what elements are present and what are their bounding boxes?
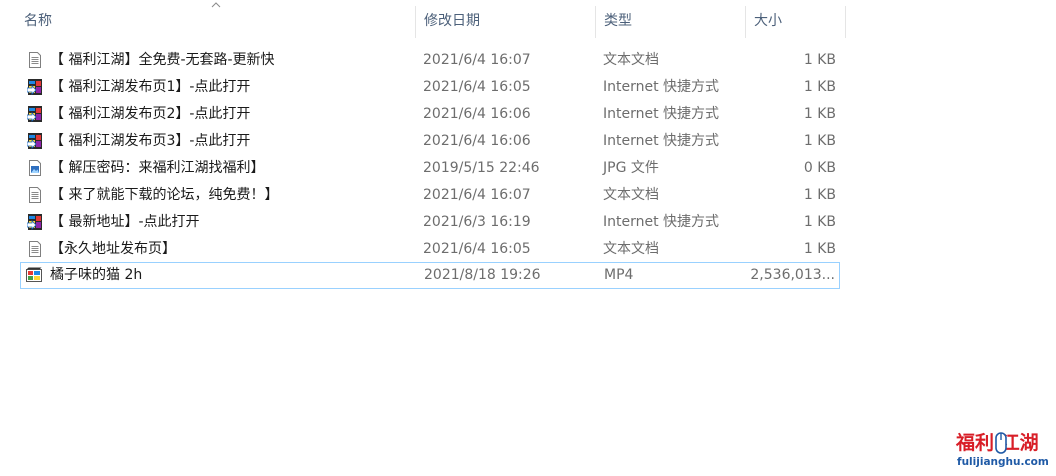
- column-header-date[interactable]: 修改日期: [416, 0, 596, 38]
- mouse-icon: [995, 432, 1007, 454]
- internet-shortcut-icon: [27, 106, 42, 122]
- file-size: 1 KB: [803, 241, 836, 257]
- file-date: 2021/6/4 16:05: [423, 79, 531, 95]
- column-divider[interactable]: [845, 6, 846, 38]
- file-size: 1 KB: [803, 133, 836, 149]
- file-type: MP4: [604, 267, 634, 283]
- column-header-type[interactable]: 类型: [596, 0, 746, 38]
- file-size: 1 KB: [803, 79, 836, 95]
- file-name: 【永久地址发布页】: [50, 241, 176, 257]
- file-row[interactable]: 【永久地址发布页】 2021/6/4 16:05 文本文档 1 KB: [20, 236, 840, 263]
- text-file-icon: [29, 52, 41, 68]
- file-type: Internet 快捷方式: [603, 133, 720, 149]
- file-name: 【 福利江湖发布页1】-点此打开: [50, 79, 251, 95]
- file-row[interactable]: 【 最新地址】-点此打开 2021/6/3 16:19 Internet 快捷方…: [20, 209, 840, 236]
- column-header-name-label: 名称: [24, 13, 52, 29]
- file-row-selected[interactable]: 橘子味的猫 2h 2021/8/18 19:26 MP4 2,536,013..…: [20, 262, 840, 289]
- file-name: 【 解压密码：来福利江湖找福利】: [50, 160, 265, 176]
- file-type: 文本文档: [603, 241, 659, 257]
- file-size: 1 KB: [803, 214, 836, 230]
- file-date: 2021/6/3 16:19: [423, 214, 531, 230]
- file-date: 2021/6/4 16:06: [423, 106, 531, 122]
- column-header: 名称 修改日期 类型 大小: [0, 0, 846, 38]
- file-size: 1 KB: [803, 106, 836, 122]
- file-row[interactable]: 【 福利江湖】全免费-无套路-更新快 2021/6/4 16:07 文本文档 1…: [20, 47, 840, 74]
- file-row[interactable]: 【 来了就能下载的论坛，纯免费！】 2021/6/4 16:07 文本文档 1 …: [20, 182, 840, 209]
- text-file-icon: [29, 241, 41, 257]
- internet-shortcut-icon: [27, 79, 42, 95]
- internet-shortcut-icon: [27, 214, 42, 230]
- file-size: 1 KB: [803, 187, 836, 203]
- file-type: 文本文档: [603, 187, 659, 203]
- watermark-logo: 福利 江湖 fulijianghu.com: [956, 430, 1049, 470]
- image-file-icon: [29, 160, 41, 176]
- file-row[interactable]: 【 解压密码：来福利江湖找福利】 2019/5/15 22:46 JPG 文件 …: [20, 155, 840, 182]
- column-header-size-label: 大小: [754, 13, 782, 29]
- column-header-date-label: 修改日期: [424, 13, 480, 29]
- file-type: Internet 快捷方式: [603, 79, 720, 95]
- file-date: 2021/6/4 16:05: [423, 241, 531, 257]
- file-date: 2021/6/4 16:06: [423, 133, 531, 149]
- text-file-icon: [29, 187, 41, 203]
- file-type: Internet 快捷方式: [603, 214, 720, 230]
- file-type: 文本文档: [603, 52, 659, 68]
- column-header-size[interactable]: 大小: [746, 0, 846, 38]
- internet-shortcut-icon: [27, 133, 42, 149]
- file-row[interactable]: 【 福利江湖发布页3】-点此打开 2021/6/4 16:06 Internet…: [20, 128, 840, 155]
- file-date: 2021/8/18 19:26: [424, 267, 541, 283]
- file-size: 2,536,013...: [750, 267, 835, 283]
- file-size: 0 KB: [803, 160, 836, 176]
- file-name: 【 福利江湖】全免费-无套路-更新快: [50, 52, 275, 68]
- file-type: JPG 文件: [603, 160, 659, 176]
- file-name: 【 福利江湖发布页3】-点此打开: [50, 133, 251, 149]
- file-row[interactable]: 【 福利江湖发布页2】-点此打开 2021/6/4 16:06 Internet…: [20, 101, 840, 128]
- column-header-type-label: 类型: [604, 13, 632, 29]
- file-date: 2021/6/4 16:07: [423, 52, 531, 68]
- file-size: 1 KB: [803, 52, 836, 68]
- file-row[interactable]: 【 福利江湖发布页1】-点此打开 2021/6/4 16:05 Internet…: [20, 74, 840, 101]
- file-date: 2019/5/15 22:46: [423, 160, 540, 176]
- file-name: 橘子味的猫 2h: [50, 267, 143, 283]
- file-name: 【 来了就能下载的论坛，纯免费！】: [50, 187, 279, 203]
- watermark-url: fulijianghu.com: [957, 456, 1049, 468]
- video-file-icon: [26, 267, 42, 282]
- column-header-name[interactable]: 名称: [16, 0, 416, 38]
- file-name: 【 最新地址】-点此打开: [50, 214, 200, 230]
- file-type: Internet 快捷方式: [603, 106, 720, 122]
- file-name: 【 福利江湖发布页2】-点此打开: [50, 106, 251, 122]
- file-date: 2021/6/4 16:07: [423, 187, 531, 203]
